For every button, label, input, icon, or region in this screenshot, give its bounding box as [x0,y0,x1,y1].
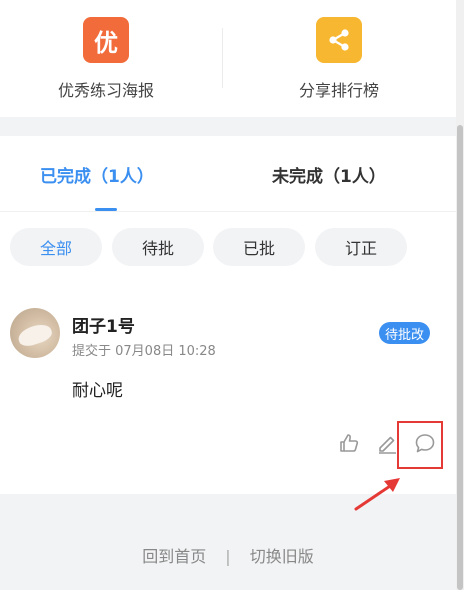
active-tab-indicator [95,208,117,211]
submission-item: 团子1号 提交于 07月08日 10:28 待批改 耐心呢 [0,308,456,494]
highlight-box [397,421,443,469]
filter-reviewed[interactable]: 已批 [213,228,305,266]
filter-pending[interactable]: 待批 [112,228,204,266]
submission-content: 耐心呢 [72,381,123,401]
filter-all[interactable]: 全部 [10,228,102,266]
tab-not-completed[interactable]: 未完成（1人） [272,162,386,187]
share-ranking-label: 分享排行榜 [298,81,379,100]
poster-icon: 优 [83,17,129,63]
share-ranking-button[interactable]: 分享排行榜 [249,17,429,101]
tab-completed[interactable]: 已完成（1人） [40,162,154,187]
scrollbar[interactable] [456,0,464,590]
submissions-panel: 已完成（1人） 未完成（1人） 全部 待批 已批 订正 团子1号 提交于 07月… [0,136,456,494]
back-home-link[interactable]: 回到首页 [142,547,206,566]
divider [222,28,223,88]
share-icon [316,17,362,63]
switch-old-version-link[interactable]: 切换旧版 [250,547,314,566]
avatar[interactable] [10,308,60,358]
status-badge: 待批改 [379,322,431,344]
edit-icon[interactable] [376,432,398,454]
completion-tabs: 已完成（1人） 未完成（1人） [0,136,456,212]
filter-correction[interactable]: 订正 [315,228,407,266]
submit-time: 提交于 07月08日 10:28 [72,344,216,359]
student-name: 团子1号 [72,317,135,337]
quick-actions-bar: 优 优秀练习海报 分享排行榜 [0,0,456,117]
scrollbar-thumb[interactable] [457,125,463,590]
excellent-poster-label: 优秀练习海报 [57,81,154,100]
excellent-poster-button[interactable]: 优 优秀练习海报 [16,17,196,101]
annotation-arrow [354,478,400,511]
footer-links: 回到首页 | 切换旧版 [0,543,456,567]
like-icon[interactable] [338,432,360,454]
footer-separator: | [225,547,231,566]
